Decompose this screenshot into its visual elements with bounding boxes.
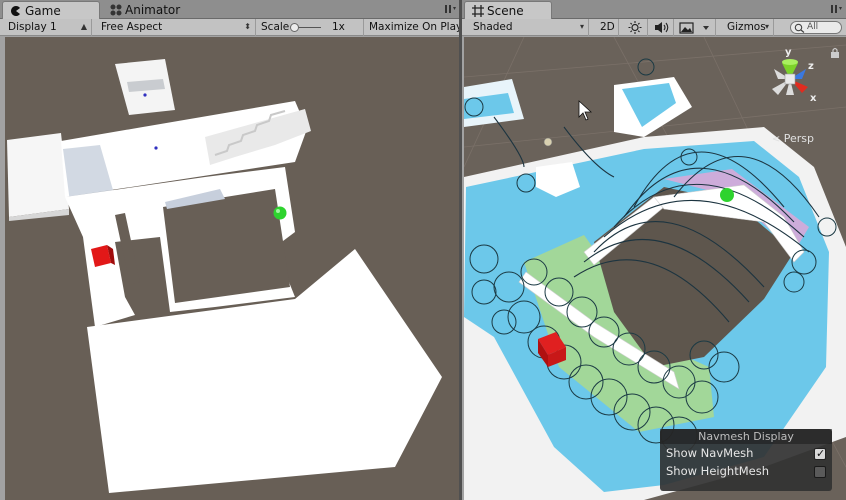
dropdown-arrow-icon: ▾: [764, 22, 769, 31]
left-block: [7, 133, 69, 217]
pacman-game-icon: [11, 6, 20, 16]
scene-effects-dropdown[interactable]: [674, 19, 716, 36]
lock-icon[interactable]: [830, 47, 840, 58]
shading-mode-dropdown[interactable]: Shaded ▾: [468, 19, 589, 36]
scene-tabbar: Scene: [462, 0, 846, 19]
speaker-icon: [655, 22, 669, 33]
waypoint-marker: [143, 93, 147, 97]
game-tabbar: Game Animator: [0, 0, 460, 19]
light-gizmo-icon: [543, 137, 553, 147]
projection-label: Persp: [783, 132, 814, 145]
maximize-on-play-toggle[interactable]: Maximize On Play: [364, 19, 460, 36]
target-green-sphere: [273, 206, 287, 220]
tab-menu-icon[interactable]: [444, 3, 456, 15]
toggle-2d-label: 2D: [600, 21, 615, 33]
show-navmesh-checkbox[interactable]: [814, 445, 826, 463]
scene-panel: Scene Shaded ▾ 2D Gizmos ▾ All y z x < P…: [462, 0, 846, 500]
navmesh-display-title: Navmesh Display: [660, 429, 832, 444]
game-viewport[interactable]: [5, 37, 460, 500]
hierarchy-search-input[interactable]: All: [790, 21, 842, 34]
animator-icon: [110, 4, 122, 16]
sun-icon: [628, 21, 642, 34]
tab-game[interactable]: Game: [2, 1, 100, 19]
z-axis-label: z: [808, 61, 814, 72]
show-heightmesh-checkbox[interactable]: [814, 466, 826, 478]
orientation-gizmo[interactable]: y z x: [756, 43, 824, 111]
show-navmesh-label: Show NavMesh: [666, 446, 754, 460]
perspective-icon: <: [771, 134, 781, 145]
target-sphere-highlight: [276, 209, 280, 213]
dropdown-arrow-icon: ▲: [80, 22, 87, 31]
y-axis-cap: [782, 59, 798, 65]
scene-lighting-button[interactable]: [622, 19, 648, 36]
dropdown-arrow-icon: ⬍: [244, 22, 251, 31]
y-axis-label: y: [785, 47, 792, 58]
waypoint-marker: [154, 146, 158, 150]
navmesh-display-panel: Navmesh Display Show NavMesh Show Height…: [660, 429, 832, 491]
search-icon: [794, 23, 805, 33]
game-toolbar: Display 1 ▲ Free Aspect ⬍ Scale 1x Maxim…: [0, 19, 460, 36]
scene-viewport[interactable]: y z x < Persp Navmesh Display Show NavMe…: [464, 37, 846, 500]
scene-toolbar: Shaded ▾ 2D Gizmos ▾ All: [462, 19, 846, 36]
maximize-on-play-label: Maximize On Play: [369, 21, 460, 33]
tab-animator-label: Animator: [125, 3, 181, 17]
search-placeholder: All: [807, 22, 819, 32]
show-heightmesh-row[interactable]: Show HeightMesh: [660, 462, 832, 480]
target-green-sphere: [720, 188, 734, 202]
gizmo-center-cube[interactable]: [784, 73, 796, 85]
aspect-dropdown[interactable]: Free Aspect ⬍: [96, 19, 256, 36]
scene-audio-button[interactable]: [648, 19, 674, 36]
shading-mode-value: Shaded: [473, 21, 513, 33]
toggle-2d-button[interactable]: 2D: [595, 19, 619, 36]
dropdown-arrow-icon: ▾: [579, 22, 584, 31]
projection-toggle[interactable]: < Persp: [772, 132, 814, 145]
show-heightmesh-label: Show HeightMesh: [666, 464, 769, 478]
scale-control: Scale 1x: [256, 19, 364, 36]
game-panel: Game Animator Display 1 ▲ Free Aspect ⬍ …: [0, 0, 460, 500]
display-dropdown[interactable]: Display 1 ▲: [3, 19, 92, 36]
tab-scene-label: Scene: [487, 4, 524, 18]
scale-label: Scale: [261, 21, 290, 33]
show-navmesh-row[interactable]: Show NavMesh: [660, 444, 832, 463]
tab-animator[interactable]: Animator: [103, 1, 203, 19]
display-dropdown-value: Display 1: [8, 21, 57, 33]
x-axis-label: x: [810, 93, 817, 104]
tab-menu-icon[interactable]: [830, 3, 842, 15]
gizmos-dropdown[interactable]: Gizmos ▾: [722, 19, 774, 36]
gizmos-label: Gizmos: [727, 21, 766, 33]
tab-scene[interactable]: Scene: [464, 1, 552, 19]
scale-slider-handle[interactable]: [290, 23, 299, 32]
game-render: [7, 59, 442, 493]
tab-game-label: Game: [25, 4, 61, 18]
scale-value: 1x: [332, 21, 345, 33]
mouse-cursor-icon: [578, 100, 593, 121]
grid-scene-icon: [472, 5, 484, 17]
aspect-dropdown-value: Free Aspect: [101, 21, 163, 33]
image-effects-icon: [679, 22, 709, 34]
